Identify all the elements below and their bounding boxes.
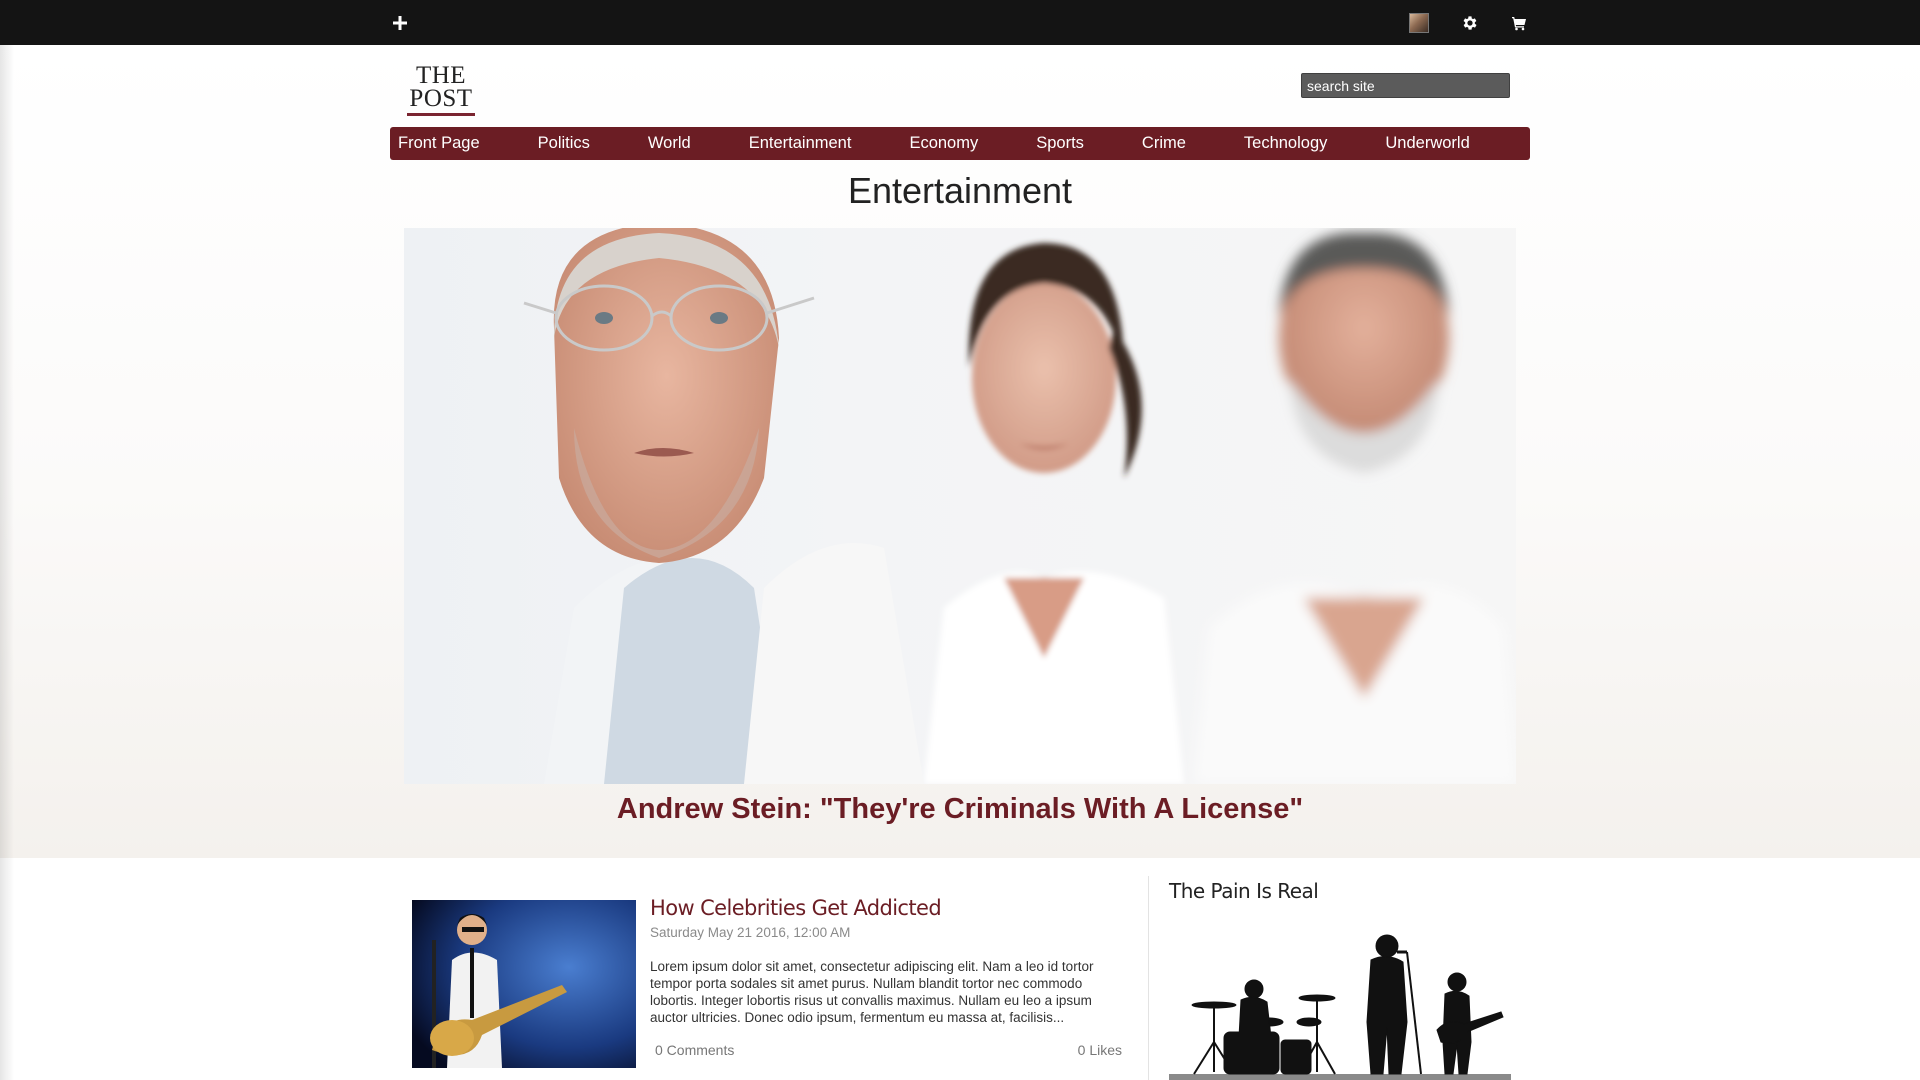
article-excerpt: Lorem ipsum dolor sit amet, consectetur … [650, 959, 1094, 1025]
sidebar-story-image[interactable] [1169, 912, 1511, 1080]
comments-link[interactable]: 0 Comments [655, 1042, 734, 1058]
nav-item-technology[interactable]: Technology [1244, 134, 1327, 153]
gear-icon [1463, 15, 1477, 30]
article-thumbnail[interactable] [412, 900, 636, 1068]
admin-bar [0, 0, 1920, 45]
column-divider [1148, 876, 1149, 1080]
logo-underline [407, 113, 475, 116]
site-logo[interactable]: THE POST [405, 62, 477, 118]
nav-item-front-page[interactable]: Front Page [398, 134, 480, 153]
nav-item-entertainment[interactable]: Entertainment [749, 134, 852, 153]
plus-icon [393, 15, 407, 30]
logo-line-2: POST [409, 85, 473, 112]
hero-image[interactable] [404, 228, 1516, 784]
settings-button[interactable] [1450, 0, 1490, 45]
hero-headline-link[interactable]: Andrew Stein: "They're Criminals With A … [0, 793, 1920, 826]
search-input[interactable] [1301, 73, 1510, 98]
logo-line-1: THE [415, 62, 467, 89]
cart-button[interactable] [1499, 0, 1539, 45]
nav-item-economy[interactable]: Economy [909, 134, 978, 153]
main-nav: Front Page Politics World Entertainment … [390, 127, 1530, 160]
page-title: Entertainment [847, 170, 1073, 211]
cart-icon [1512, 16, 1526, 30]
nav-item-underworld[interactable]: Underworld [1385, 134, 1469, 153]
nav-item-sports[interactable]: Sports [1036, 134, 1084, 153]
likes-link[interactable]: 0 Likes [1000, 1042, 1122, 1058]
article-date: Saturday May 21 2016, 12:00 AM [650, 925, 851, 940]
sidebar-story-title[interactable]: The Pain Is Real [1169, 879, 1319, 903]
avatar [1409, 12, 1429, 33]
guitarist-illustration [412, 900, 636, 1068]
hero-illustration [523, 228, 1516, 784]
nav-item-world[interactable]: World [648, 134, 691, 153]
user-avatar-button[interactable] [1399, 0, 1439, 45]
add-button[interactable] [380, 0, 420, 45]
nav-item-crime[interactable]: Crime [1142, 134, 1186, 153]
nav-item-politics[interactable]: Politics [538, 134, 590, 153]
band-silhouette-illustration [1169, 934, 1511, 1080]
article-title-link[interactable]: How Celebrities Get Addicted [650, 896, 942, 920]
